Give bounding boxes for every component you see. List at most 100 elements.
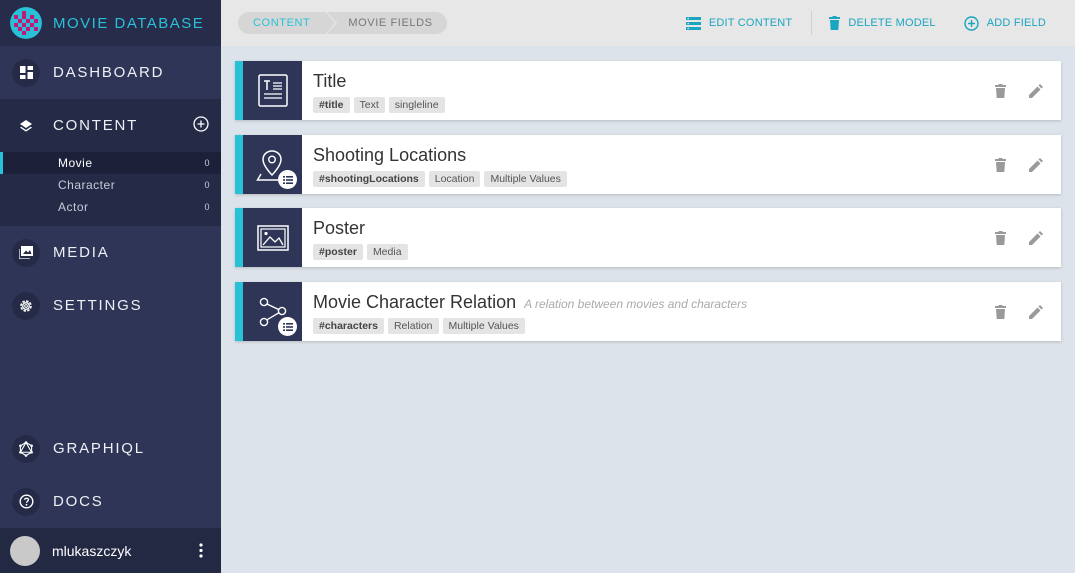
field-extra-tag: Multiple Values: [484, 171, 567, 187]
text-field-icon: [257, 74, 288, 107]
trash-icon: [829, 16, 841, 30]
delete-field-button[interactable]: [992, 157, 1008, 173]
more-vert-icon[interactable]: [199, 543, 203, 558]
nav-content[interactable]: CONTENT: [0, 99, 221, 152]
nav-graphiql[interactable]: GRAPHIQL: [0, 422, 221, 475]
model-label: Movie: [58, 156, 93, 170]
field-accent: [235, 61, 243, 120]
edit-field-button[interactable]: [1028, 304, 1044, 320]
model-label: Actor: [58, 200, 89, 214]
gear-icon: [12, 291, 40, 320]
delete-model-button[interactable]: DELETE MODEL: [829, 16, 936, 30]
field-extra-tag: Multiple Values: [442, 318, 525, 334]
field-type-box: [243, 282, 302, 341]
top-bar: CONTENT MOVIE FIELDS EDIT CONTENT DELETE…: [221, 0, 1075, 46]
delete-model-label: DELETE MODEL: [848, 17, 936, 29]
add-field-button[interactable]: ADD FIELD: [964, 15, 1046, 31]
field-type-tag: Relation: [387, 318, 439, 334]
nav-label: SETTINGS: [53, 297, 143, 314]
user-name: mlukaszczyk: [52, 542, 132, 559]
edit-field-button[interactable]: [1028, 230, 1044, 246]
field-card-poster[interactable]: Poster #poster Media: [235, 208, 1061, 267]
delete-field-button[interactable]: [992, 83, 1008, 99]
field-card-movie-character-relation[interactable]: Movie Character Relation A relation betw…: [235, 282, 1061, 341]
image-field-icon: [256, 224, 289, 251]
list-edit-icon: [685, 16, 701, 30]
field-api-id: #characters: [313, 318, 384, 334]
edit-field-button[interactable]: [1028, 157, 1044, 173]
field-description: A relation between movies and characters: [524, 297, 748, 311]
trash-icon: [994, 157, 1006, 172]
list-badge-icon: [278, 317, 297, 336]
model-item-character[interactable]: Character 0: [0, 174, 221, 196]
trash-icon: [994, 230, 1006, 245]
field-type-tag: Media: [366, 244, 408, 260]
field-card-title[interactable]: Title #title Text singleline: [235, 61, 1061, 120]
field-api-id: #title: [313, 97, 350, 113]
field-type-box: [243, 208, 302, 267]
pencil-icon: [1029, 304, 1043, 319]
edit-content-button[interactable]: EDIT CONTENT: [685, 16, 793, 30]
graphql-icon: [12, 434, 40, 463]
field-type-tag: Location: [428, 171, 481, 187]
delete-field-button[interactable]: [992, 230, 1008, 246]
user-bar: mlukaszczyk: [0, 528, 221, 573]
sidebar: MOVIE DATABASE DASHBOARD CONTENT Movie 0…: [0, 0, 221, 573]
toolbar-divider: [811, 11, 813, 35]
field-accent: [235, 135, 243, 194]
dashboard-icon: [12, 58, 40, 87]
nav-dashboard[interactable]: DASHBOARD: [0, 46, 221, 99]
field-card-shooting-locations[interactable]: Shooting Locations #shootingLocations Lo…: [235, 135, 1061, 194]
pencil-icon: [1029, 157, 1043, 172]
nav-label: MEDIA: [53, 244, 110, 261]
breadcrumb-content[interactable]: CONTENT: [238, 12, 338, 34]
field-accent: [235, 282, 243, 341]
field-name: Shooting Locations: [313, 145, 467, 165]
toolbar: EDIT CONTENT DELETE MODEL ADD FIELD: [685, 0, 1075, 46]
layers-icon: [12, 111, 40, 140]
nav-label: DOCS: [53, 493, 104, 510]
nav-label: DASHBOARD: [53, 64, 165, 81]
list-badge-icon: [278, 170, 297, 189]
image-icon: [12, 238, 40, 267]
field-api-id: #poster: [313, 244, 363, 260]
edit-field-button[interactable]: [1028, 83, 1044, 99]
field-type-box: [243, 61, 302, 120]
app-title: MOVIE DATABASE: [53, 14, 205, 32]
model-item-actor[interactable]: Actor 0: [0, 196, 221, 218]
field-type-box: [243, 135, 302, 194]
avatar[interactable]: [10, 535, 40, 566]
nav-settings[interactable]: SETTINGS: [0, 279, 221, 332]
add-model-icon[interactable]: [193, 116, 209, 132]
field-name: Title: [313, 71, 347, 91]
field-name: Movie Character Relation: [313, 292, 517, 312]
field-name: Poster: [313, 218, 366, 238]
breadcrumb: CONTENT MOVIE FIELDS: [238, 12, 447, 34]
trash-icon: [994, 304, 1006, 319]
delete-field-button[interactable]: [992, 304, 1008, 320]
nav-label: GRAPHIQL: [53, 440, 145, 457]
breadcrumb-movie-fields[interactable]: MOVIE FIELDS: [328, 12, 447, 34]
edit-content-label: EDIT CONTENT: [708, 17, 793, 29]
field-api-id: #shootingLocations: [313, 171, 425, 187]
field-type-tag: Text: [353, 97, 385, 113]
nav-docs[interactable]: DOCS: [0, 475, 221, 528]
model-label: Character: [58, 178, 116, 192]
checker-globe-logo: [10, 7, 42, 39]
model-count: 0: [204, 158, 210, 168]
nav-label: CONTENT: [53, 117, 139, 134]
pencil-icon: [1029, 83, 1043, 98]
field-accent: [235, 208, 243, 267]
nav-media[interactable]: MEDIA: [0, 226, 221, 279]
field-extra-tag: singleline: [388, 97, 445, 113]
model-count: 0: [204, 180, 210, 190]
model-count: 0: [204, 202, 210, 212]
model-list: Movie 0 Character 0 Actor 0: [0, 152, 221, 226]
add-circle-icon: [964, 15, 979, 31]
pencil-icon: [1029, 230, 1043, 245]
add-field-label: ADD FIELD: [986, 17, 1046, 29]
brand-header[interactable]: MOVIE DATABASE: [0, 0, 221, 46]
help-icon: [12, 487, 40, 516]
model-item-movie[interactable]: Movie 0: [0, 152, 221, 174]
trash-icon: [994, 83, 1006, 98]
